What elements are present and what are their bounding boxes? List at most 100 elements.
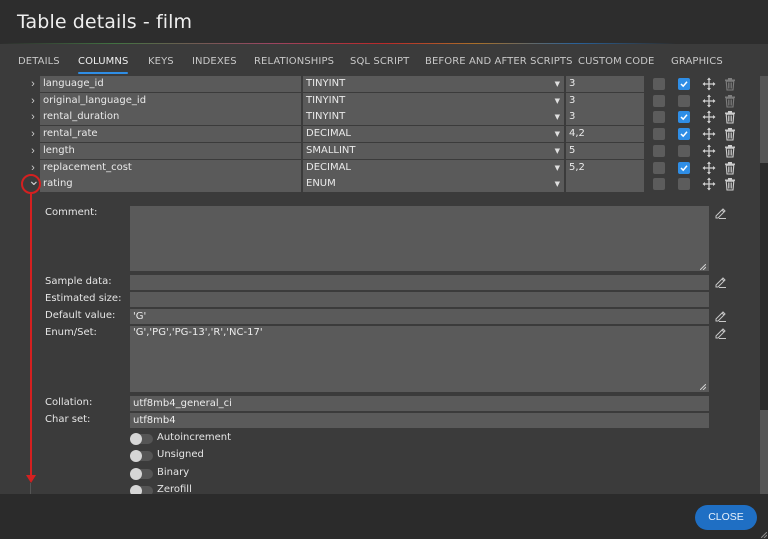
trash-icon[interactable] [724, 110, 736, 124]
unsigned-toggle[interactable] [130, 450, 153, 462]
column-type-value: DECIMAL [306, 128, 351, 140]
edit-comment-pencil-icon[interactable] [714, 206, 727, 219]
column-type-select[interactable]: DECIMAL ▼ [303, 159, 564, 176]
tab-sql-script[interactable]: SQL SCRIPT [350, 56, 409, 67]
tab-columns[interactable]: COLUMNS [78, 56, 129, 74]
move-arrows-icon[interactable] [702, 94, 716, 108]
pk-checkbox[interactable] [653, 178, 665, 191]
not-null-checkbox[interactable] [678, 178, 690, 191]
not-null-checkbox[interactable] [678, 128, 690, 141]
edit-enum-set-pencil-icon[interactable] [714, 326, 727, 339]
column-length-input[interactable]: 5 [566, 142, 644, 159]
chevron-right-icon[interactable]: › [28, 145, 38, 157]
scrollbar-thumb[interactable] [760, 163, 768, 410]
column-name-input[interactable]: length [40, 142, 301, 159]
column-length-input[interactable] [566, 176, 644, 193]
column-length-input[interactable]: 3 [566, 109, 644, 126]
column-name-input[interactable]: language_id [40, 76, 301, 92]
comment-textarea[interactable] [130, 206, 709, 271]
collation-input[interactable]: utf8mb4_general_ci [130, 396, 709, 411]
column-length-input[interactable]: 4,2 [566, 126, 644, 143]
toggle-knob [130, 485, 142, 494]
column-type-value: SMALLINT [306, 144, 356, 156]
column-type-select[interactable]: DECIMAL ▼ [303, 126, 564, 143]
pk-checkbox[interactable] [653, 144, 665, 157]
trash-icon[interactable] [724, 177, 736, 191]
caret-down-icon: ▼ [554, 146, 560, 155]
column-name-input[interactable]: rental_duration [40, 109, 301, 126]
charset-label: Char set: [45, 414, 91, 425]
binary-toggle[interactable] [130, 468, 153, 480]
chevron-right-icon[interactable]: › [28, 78, 38, 90]
close-button[interactable]: CLOSE [695, 505, 757, 530]
column-type-value: DECIMAL [306, 161, 351, 173]
annotation-arrow-head [26, 475, 36, 483]
move-arrows-icon[interactable] [702, 127, 716, 141]
tab-keys[interactable]: KEYS [148, 56, 174, 67]
pk-checkbox[interactable] [653, 161, 665, 174]
pk-checkbox[interactable] [653, 111, 665, 124]
sample-data-input[interactable] [130, 275, 709, 290]
tab-indexes[interactable]: INDEXES [192, 56, 237, 67]
window-resize-grip-icon[interactable] [761, 532, 767, 538]
move-arrows-icon[interactable] [702, 110, 716, 124]
column-name-input[interactable]: rental_rate [40, 126, 301, 143]
move-arrows-icon[interactable] [702, 177, 716, 191]
unsigned-label: Unsigned [157, 449, 204, 460]
column-type-select[interactable]: TINYINT ▼ [303, 76, 564, 92]
trash-icon[interactable] [724, 144, 736, 158]
pk-checkbox[interactable] [653, 128, 665, 141]
column-name-input[interactable]: rating [40, 176, 301, 193]
column-length-input[interactable]: 5,2 [566, 159, 644, 176]
column-type-select[interactable]: ENUM ▼ [303, 176, 564, 193]
move-arrows-icon[interactable] [702, 77, 716, 91]
binary-label: Binary [157, 467, 190, 478]
collation-label: Collation: [45, 397, 93, 408]
trash-icon[interactable] [724, 77, 736, 91]
caret-down-icon: ▼ [554, 130, 560, 139]
move-arrows-icon[interactable] [702, 144, 716, 158]
enum-set-label: Enum/Set: [45, 327, 97, 338]
not-null-checkbox[interactable] [678, 78, 690, 90]
edit-sample-data-pencil-icon[interactable] [714, 275, 727, 288]
autoincrement-toggle[interactable] [130, 433, 153, 445]
column-name-input[interactable]: replacement_cost [40, 159, 301, 176]
enum-set-textarea[interactable]: 'G','PG','PG-13','R','NC-17' [130, 326, 709, 392]
pk-checkbox[interactable] [653, 94, 665, 107]
column-type-select[interactable]: SMALLINT ▼ [303, 142, 564, 159]
resize-grip-icon[interactable] [700, 264, 706, 270]
tab-before-after-scripts[interactable]: BEFORE AND AFTER SCRIPTS [425, 56, 573, 67]
move-arrows-icon[interactable] [702, 161, 716, 175]
chevron-right-icon[interactable]: › [28, 128, 38, 140]
resize-grip-icon[interactable] [700, 384, 706, 390]
column-detail-panel: Comment: Sample data: Estimated size: De… [0, 194, 760, 494]
window-header: Table details - film [0, 0, 768, 44]
trash-icon[interactable] [724, 161, 736, 175]
trash-icon[interactable] [724, 94, 736, 108]
not-null-checkbox[interactable] [678, 111, 690, 124]
tab-details[interactable]: DETAILS [18, 56, 60, 67]
sample-data-label: Sample data: [45, 276, 112, 287]
charset-input[interactable]: utf8mb4 [130, 413, 709, 428]
column-name-input[interactable]: original_language_id [40, 92, 301, 109]
column-length-input[interactable]: 3 [566, 76, 644, 92]
column-type-value: ENUM [306, 178, 336, 190]
not-null-checkbox[interactable] [678, 144, 690, 157]
trash-icon[interactable] [724, 127, 736, 141]
tab-graphics[interactable]: GRAPHICS [671, 56, 723, 67]
default-value-input[interactable]: 'G' [130, 309, 709, 324]
pk-checkbox[interactable] [653, 78, 665, 90]
chevron-right-icon[interactable]: › [28, 95, 38, 107]
edit-default-value-pencil-icon[interactable] [714, 309, 727, 322]
estimated-size-input[interactable] [130, 292, 709, 307]
tab-relationships[interactable]: RELATIONSHIPS [254, 56, 334, 67]
chevron-right-icon[interactable]: › [28, 111, 38, 123]
column-type-select[interactable]: TINYINT ▼ [303, 109, 564, 126]
column-type-select[interactable]: TINYINT ▼ [303, 92, 564, 109]
column-length-input[interactable]: 3 [566, 92, 644, 109]
tab-custom-code[interactable]: CUSTOM CODE [578, 56, 654, 67]
zerofill-toggle[interactable] [130, 485, 153, 494]
not-null-checkbox[interactable] [678, 94, 690, 107]
caret-down-icon: ▼ [554, 163, 560, 172]
not-null-checkbox[interactable] [678, 161, 690, 174]
